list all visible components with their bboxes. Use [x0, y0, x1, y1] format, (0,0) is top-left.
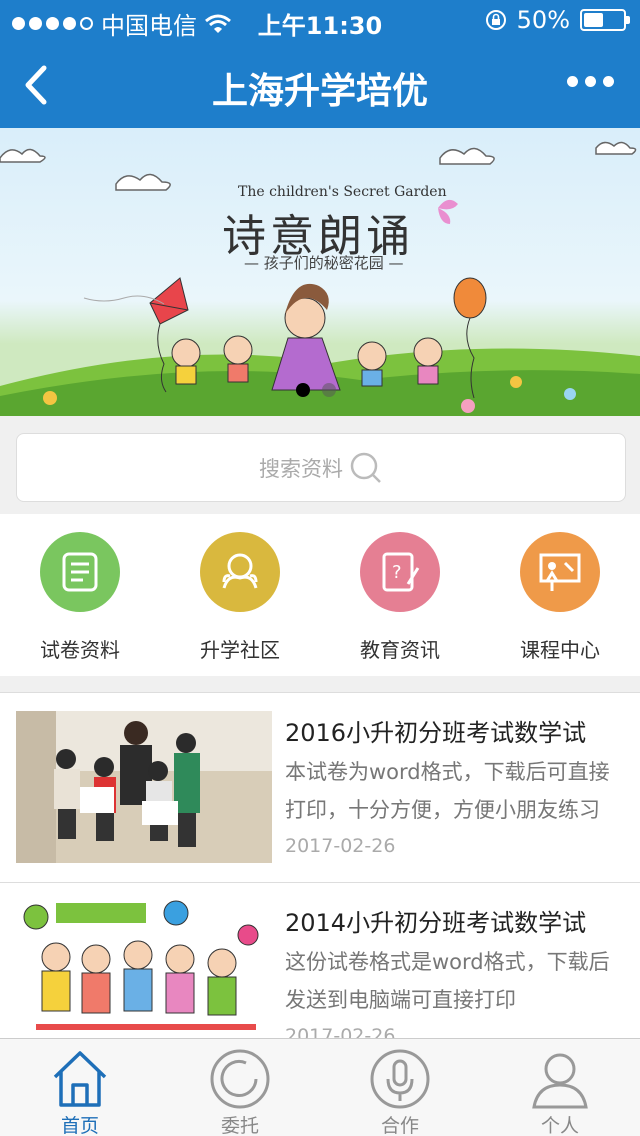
article-list: 2016小升初分班考试数学试 本试卷为word格式，下载后可直接打印，十分方便，…: [0, 692, 640, 1038]
article-date: 2017-02-26: [285, 1025, 396, 1038]
search-box[interactable]: 搜索资料: [16, 433, 626, 502]
menu-item-papers[interactable]: 试卷资料: [0, 532, 160, 663]
article-thumbnail: [16, 711, 272, 863]
search-icon: [350, 452, 381, 483]
tab-cooperate[interactable]: 合作: [320, 1047, 480, 1136]
menu-item-label: 试卷资料: [40, 638, 120, 662]
tab-delegate[interactable]: 委托: [160, 1047, 320, 1136]
tab-profile[interactable]: 个人: [480, 1047, 640, 1136]
carousel-pager[interactable]: [296, 383, 336, 397]
article-date: 2017-02-26: [285, 835, 396, 857]
menu-item-label: 教育资讯: [360, 638, 440, 662]
article-description: 这份试卷格式是word格式，下载后发送到电脑端可直接打印: [285, 950, 610, 1012]
svg-text:?: ?: [392, 562, 402, 583]
rotation-lock-icon: [485, 10, 506, 30]
nav-bar: 上海升学培优: [0, 42, 640, 128]
search-placeholder: 搜索资料: [259, 456, 343, 481]
menu-item-community[interactable]: 升学社区: [160, 532, 320, 663]
circle-icon: [160, 1047, 320, 1109]
menu-item-label: 课程中心: [520, 638, 600, 662]
tab-home[interactable]: 首页: [0, 1047, 160, 1136]
battery-icon: [580, 9, 630, 31]
tab-label: 合作: [380, 1115, 419, 1136]
more-options-icon[interactable]: [567, 76, 614, 87]
pager-dot[interactable]: [322, 383, 336, 397]
page-title: 上海升学培优: [211, 71, 428, 112]
banner-carousel[interactable]: The children's Secret Garden 诗意朗诵 — 孩子们的…: [0, 128, 640, 416]
news-icon: ?: [360, 532, 440, 612]
user-icon: [480, 1047, 640, 1109]
battery-percent: 50%: [516, 6, 570, 34]
tab-label: 首页: [60, 1115, 99, 1136]
menu-item-news[interactable]: ? 教育资讯: [320, 532, 480, 663]
tab-label: 委托: [220, 1115, 259, 1136]
menu-item-courses[interactable]: 课程中心: [480, 532, 640, 663]
list-item[interactable]: 2016小升初分班考试数学试 本试卷为word格式，下载后可直接打印，十分方便，…: [0, 693, 640, 883]
article-thumbnail: [16, 897, 272, 1038]
tab-label: 个人: [540, 1115, 579, 1136]
article-title: 2014小升初分班考试数学试: [285, 909, 587, 937]
banner-subtitle-en: The children's Secret Garden: [238, 184, 447, 200]
list-item[interactable]: 2014小升初分班考试数学试 这份试卷格式是word格式，下载后发送到电脑端可直…: [0, 883, 640, 1038]
banner-caption: — 孩子们的秘密花园 —: [244, 254, 404, 272]
course-icon: [520, 532, 600, 612]
microphone-icon: [320, 1047, 480, 1109]
home-icon: [0, 1047, 160, 1109]
pager-dot-active[interactable]: [296, 383, 310, 397]
bottom-tab-bar: 首页 委托 合作 个人: [0, 1038, 640, 1136]
document-icon: [40, 532, 120, 612]
quick-menu: 试卷资料 升学社区 ? 教育资讯 课程中心: [0, 514, 640, 676]
menu-item-label: 升学社区: [200, 638, 280, 662]
community-icon: [200, 532, 280, 612]
article-description: 本试卷为word格式，下载后可直接打印，十分方便，方便小朋友练习: [285, 760, 610, 822]
top-bar: 中国电信 上午11:30 50% 上海升学培优: [0, 0, 640, 128]
article-title: 2016小升初分班考试数学试: [285, 719, 587, 747]
status-bar: 中国电信 上午11:30 50%: [0, 0, 640, 42]
